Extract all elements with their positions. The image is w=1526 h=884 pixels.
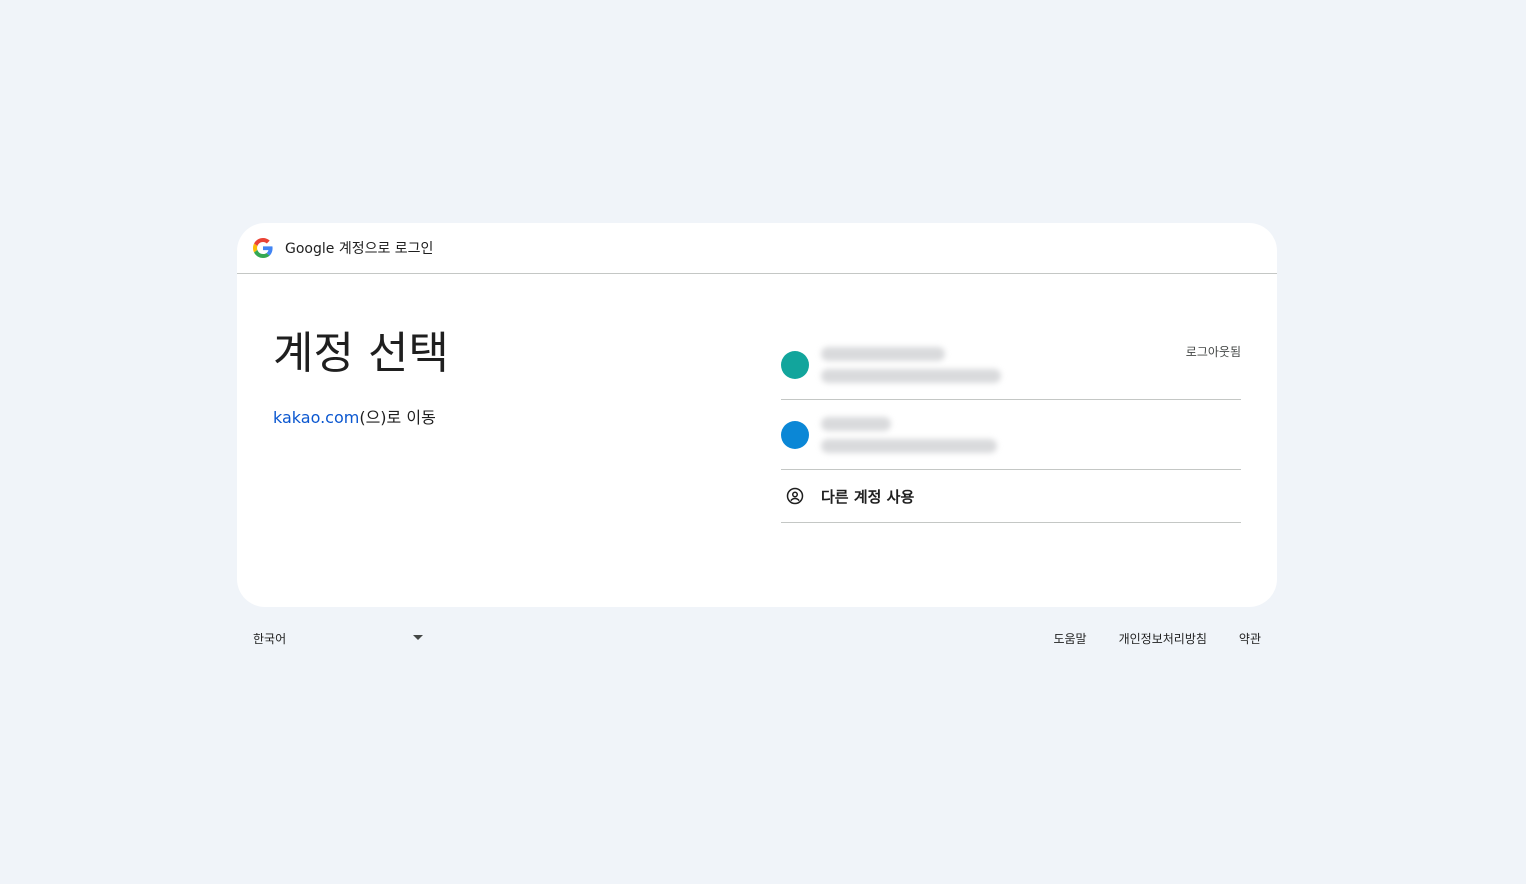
sign-in-card: Google 계정으로 로그인 계정 선택 kakao.com(으)로 이동 로…	[237, 223, 1277, 607]
subtitle-suffix: (으)로 이동	[359, 408, 436, 427]
avatar	[781, 350, 809, 379]
use-another-account-label: 다른 계정 사용	[821, 487, 915, 506]
account-info-redacted	[821, 416, 997, 453]
redacted-email	[821, 368, 1001, 383]
dropdown-caret-icon	[413, 635, 423, 640]
page-title: 계정 선택	[273, 328, 449, 379]
subtitle: kakao.com(으)로 이동	[273, 404, 449, 428]
left-panel: 계정 선택 kakao.com(으)로 이동	[273, 328, 449, 428]
language-select-value: 한국어	[253, 632, 287, 646]
destination-link[interactable]: kakao.com	[273, 408, 359, 427]
account-circle-icon	[781, 482, 809, 510]
language-select[interactable]: 한국어	[253, 630, 423, 647]
terms-link[interactable]: 약관	[1239, 630, 1261, 647]
privacy-link[interactable]: 개인정보처리방침	[1119, 630, 1207, 647]
help-link[interactable]: 도움말	[1053, 630, 1086, 647]
account-item-1[interactable]: 로그아웃됨	[781, 330, 1241, 400]
card-header: Google 계정으로 로그인	[237, 223, 1277, 274]
redacted-name	[821, 346, 945, 361]
signed-out-status: 로그아웃됨	[1185, 345, 1241, 359]
account-item-2[interactable]	[781, 400, 1241, 470]
account-info-redacted	[821, 346, 1001, 383]
redacted-email	[821, 438, 997, 453]
header-title: Google 계정으로 로그인	[285, 241, 434, 257]
footer-links: 도움말 개인정보처리방침 약관	[1053, 630, 1261, 647]
avatar	[781, 420, 809, 449]
use-another-account-button[interactable]: 다른 계정 사용	[781, 470, 1241, 523]
account-list: 로그아웃됨 다른 계정 사용	[781, 330, 1241, 523]
footer: 한국어 도움말 개인정보처리방침 약관	[237, 622, 1277, 654]
google-g-icon	[253, 238, 273, 258]
redacted-name	[821, 416, 891, 431]
